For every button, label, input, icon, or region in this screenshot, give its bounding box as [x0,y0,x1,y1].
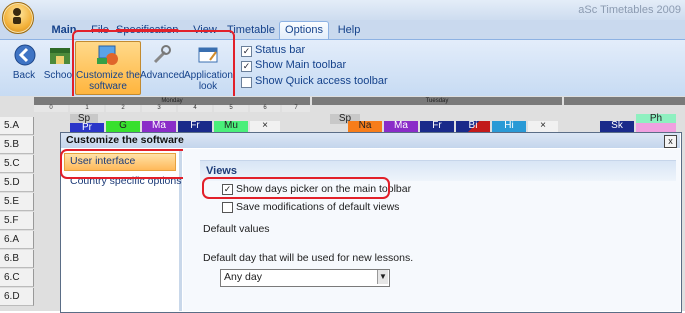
class-row-label[interactable]: 6.C [0,269,34,287]
dialog-title: Customize the software [66,134,184,146]
period-header: 3 [142,105,176,112]
close-icon[interactable]: x [664,135,677,148]
class-row-label[interactable]: 5.F [0,212,34,230]
tab-options[interactable]: Options [279,21,329,40]
class-row-label[interactable]: 5.E [0,193,34,211]
school-label: School [43,70,75,81]
period-header: 7 [282,105,310,112]
period-header: 0 [34,105,68,112]
save-default-views-checkbox[interactable] [222,202,233,213]
period-header: 4 [178,105,212,112]
default-day-value: Any day [224,271,262,283]
status-bar-label: Status bar [255,44,306,56]
class-row-label[interactable]: 6.B [0,250,34,268]
day-header-tuesday: Tuesday [312,97,562,105]
app-logo-icon [13,8,21,24]
default-values-heading: Default values [203,223,270,235]
quick-access-checkbox[interactable] [241,77,252,88]
save-default-views-label: Save modifications of default views [236,201,400,213]
highlight-frame-user-interface [60,149,190,179]
class-row-label[interactable]: 5.C [0,155,34,173]
class-row-label[interactable]: 6.D [0,288,34,306]
class-row-label[interactable]: 6.A [0,231,34,249]
period-header: 5 [214,105,248,112]
status-bar-checkbox[interactable]: ✓ [241,46,252,57]
highlight-frame-days-picker [202,177,390,199]
main-toolbar-checkbox[interactable]: ✓ [241,61,252,72]
lesson-cell[interactable]: Ph [636,114,676,132]
views-section-title: Views [206,165,237,177]
tab-help[interactable]: Help [333,22,365,39]
period-header: 1 [70,105,104,112]
class-row-label[interactable]: 5.B [0,136,34,154]
quick-access-label: Show Quick access toolbar [255,75,388,87]
app-title: aSc Timetables 2009 [578,4,681,16]
school-icon [50,48,70,64]
day-header-wednesday [564,97,685,105]
back-label: Back [12,70,36,81]
period-header: 2 [106,105,140,112]
highlight-frame-customize [72,30,235,104]
period-header: 6 [250,105,280,112]
class-row-label[interactable]: 5.D [0,174,34,192]
day-header-monday: Monday [34,97,310,105]
chevron-down-icon[interactable]: ▼ [377,270,388,284]
back-arrow-icon [14,44,36,66]
class-row-label[interactable]: 5.A [0,117,34,135]
main-toolbar-label: Show Main toolbar [255,59,347,71]
default-day-label: Default day that will be used for new le… [203,252,414,264]
